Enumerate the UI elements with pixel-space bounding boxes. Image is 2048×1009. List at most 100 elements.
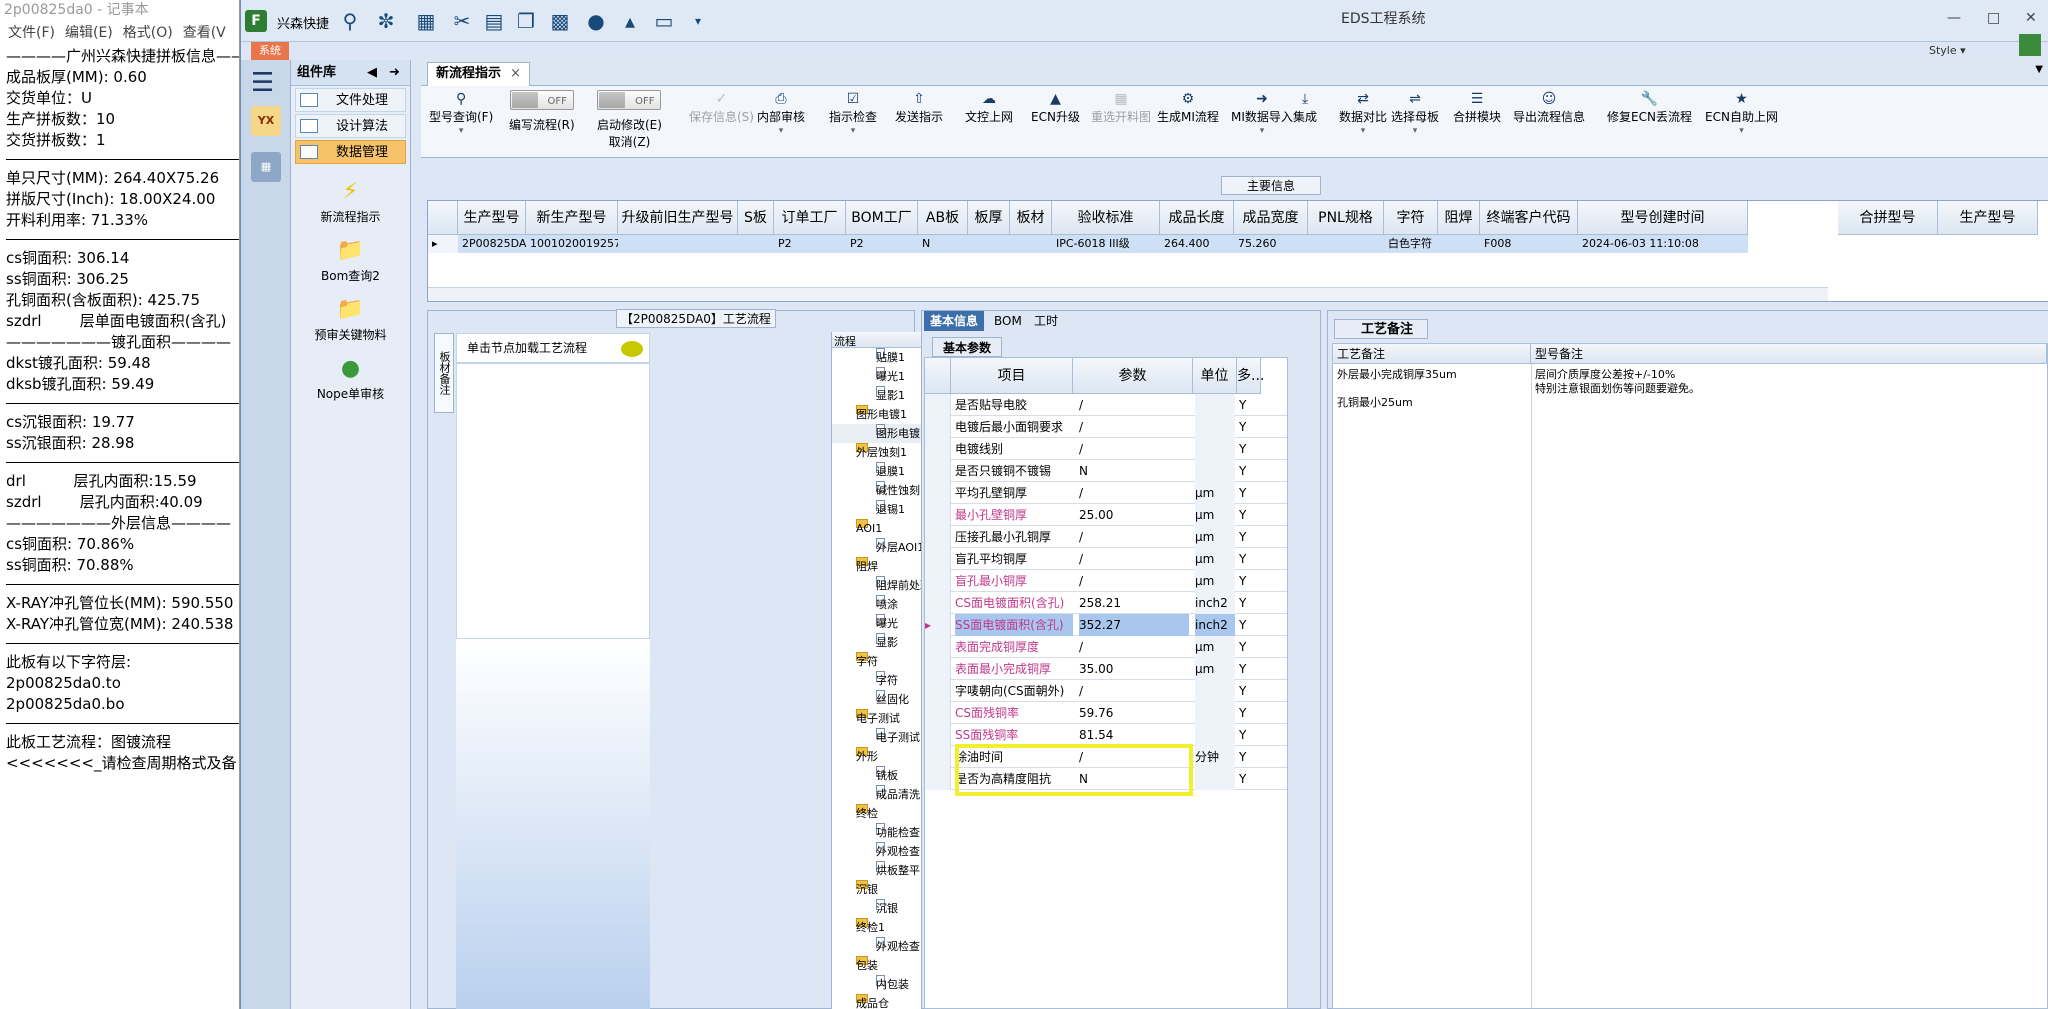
toggle-switch[interactable]: OFF	[509, 90, 574, 110]
grid-header-cell[interactable]: 阻焊	[1438, 201, 1480, 235]
param-header-cell[interactable]: 多...	[1237, 358, 1264, 394]
material-note-vtab[interactable]: 板材备注	[434, 333, 454, 413]
style-dropdown[interactable]: Style ▾	[1929, 44, 1966, 57]
param-row[interactable]: 压接孔最小孔铜厚 / μm Y	[925, 526, 1287, 548]
film-icon[interactable]: ▤	[481, 9, 507, 33]
grid-header-cell[interactable]: 型号创建时间	[1578, 201, 1748, 235]
basic-info-tab[interactable]: 工时	[1028, 311, 1064, 331]
tree-header-cell[interactable]: 流程	[834, 333, 856, 349]
grid-header-cell[interactable]: 新生产型号	[526, 201, 618, 235]
grid-cell[interactable]: 2024-06-03 11:10:08	[1578, 235, 1748, 253]
param-value[interactable]: 81.54	[1079, 724, 1189, 746]
param-value[interactable]: /	[1079, 394, 1189, 416]
system-tab[interactable]: 系统	[251, 42, 289, 60]
grid-header-cell[interactable]: 板厚	[968, 201, 1010, 235]
param-row[interactable]: 盲孔平均铜厚 / μm Y	[925, 548, 1287, 570]
param-value[interactable]: /	[1079, 548, 1189, 570]
grid-cell[interactable]: N	[918, 235, 968, 253]
toolbar-button[interactable]: ⚲ 型号查询(F) ▾	[429, 90, 493, 137]
grid-cell[interactable]	[618, 235, 738, 253]
row-selector[interactable]	[925, 702, 951, 724]
basic-info-tab[interactable]: 基本信息	[924, 311, 985, 331]
row-selector[interactable]	[925, 438, 951, 460]
dropdown-arrow-icon[interactable]: ▾	[1339, 125, 1387, 137]
toolbar-button[interactable]: ⇌ 选择母板 ▾	[1391, 90, 1439, 137]
toolbar-button[interactable]: ★ ECN自助上网 ▾	[1705, 90, 1778, 137]
param-value[interactable]: /	[1079, 438, 1189, 460]
tab-list-icon[interactable]: ▼	[2035, 64, 2043, 75]
grid-cell[interactable]: 75.260	[1234, 235, 1308, 253]
grid-header-cell[interactable]: 字符	[1384, 201, 1438, 235]
param-row[interactable]: 盲孔最小铜厚 / μm Y	[925, 570, 1287, 592]
toolbar-button[interactable]: 🔧 修复ECN丢流程	[1607, 90, 1692, 125]
yx-tool-icon[interactable]: YX	[251, 106, 281, 136]
tab-close-icon[interactable]: ×	[510, 63, 521, 85]
toolbar-button[interactable]: OFF 编写流程(R)	[509, 90, 575, 133]
dropdown-arrow-icon[interactable]: ▾	[429, 125, 493, 137]
grid-header-cell[interactable]: 终端客户代码	[1480, 201, 1578, 235]
toolbar-button[interactable]: ➜ MI数据导入 ▾	[1231, 90, 1293, 137]
grid-cell[interactable]: IPC-6018 III级	[1052, 235, 1160, 253]
grid-header-cell[interactable]: 生产型号	[1938, 201, 2038, 235]
process-note-text[interactable]: 外层最小完成铜厚35um 孔铜最小25um	[1337, 368, 1457, 410]
param-row[interactable]: ▸ SS面电镀面积(含孔) 352.27 inch2 Y	[925, 614, 1287, 636]
row-selector[interactable]	[925, 504, 951, 526]
monitor-icon[interactable]: ▭	[651, 9, 677, 33]
grid-cell[interactable]	[1308, 235, 1384, 253]
row-selector[interactable]	[925, 570, 951, 592]
row-selector[interactable]	[925, 548, 951, 570]
param-value[interactable]: /	[1079, 526, 1189, 548]
param-header-cell[interactable]: 参数	[1073, 358, 1193, 394]
param-row[interactable]: 是否贴导电胶 / Y	[925, 394, 1287, 416]
param-value[interactable]: 25.00	[1079, 504, 1189, 526]
grid-header-cell[interactable]: AB板	[918, 201, 968, 235]
toolbar-button[interactable]: ☰ 合拼模块	[1453, 90, 1501, 125]
param-value[interactable]: 352.27	[1079, 614, 1189, 636]
grid-cell[interactable]	[1438, 235, 1480, 253]
grid-header-cell[interactable]: 板材	[1010, 201, 1052, 235]
param-row[interactable]: 是否只镀铜不镀锡 N Y	[925, 460, 1287, 482]
grid-header-cell[interactable]: BOM工厂	[846, 201, 918, 235]
grid-cell[interactable]: 白色字符	[1384, 235, 1438, 253]
grid-cell[interactable]: P2	[774, 235, 846, 253]
row-selector[interactable]	[925, 768, 951, 790]
dropdown-arrow-icon[interactable]: ▾	[1231, 125, 1293, 137]
basic-params-tab[interactable]: 基本参数	[932, 337, 1003, 357]
row-selector[interactable]	[925, 416, 951, 438]
grid-cell[interactable]	[738, 235, 774, 253]
toolbar-button[interactable]: ☁ 文控上网	[965, 90, 1013, 125]
grid-cell[interactable]: P2	[846, 235, 918, 253]
row-selector[interactable]	[925, 592, 951, 614]
param-header-cell[interactable]: 单位	[1193, 358, 1237, 394]
library-big-item[interactable]: ● Nope单审核	[291, 355, 410, 402]
library-big-item[interactable]: 📁 预审关键物料	[291, 296, 410, 343]
param-row[interactable]: 电镀后最小面铜要求 / Y	[925, 416, 1287, 438]
param-row[interactable]: CS面电镀面积(含孔) 258.21 inch2 Y	[925, 592, 1287, 614]
param-value[interactable]: /	[1079, 636, 1189, 658]
param-value[interactable]: N	[1079, 460, 1189, 482]
grid-cell[interactable]: 264.400	[1160, 235, 1234, 253]
grid-cell[interactable]	[968, 235, 1010, 253]
param-value[interactable]: /	[1079, 482, 1189, 504]
grid-header-cell[interactable]: S板	[738, 201, 774, 235]
grid-header-cell[interactable]: 升级前旧生产型号	[618, 201, 738, 235]
grid-header-cell[interactable]: 订单工厂	[774, 201, 846, 235]
row-selector[interactable]	[925, 746, 951, 768]
param-row[interactable]: 表面完成铜厚度 / μm Y	[925, 636, 1287, 658]
notepad-menu-item[interactable]: 格式(O)	[123, 25, 173, 41]
library-item[interactable]: 设计算法	[295, 114, 406, 138]
chart-icon[interactable]: ▴	[617, 9, 643, 33]
row-selector[interactable]	[925, 394, 951, 416]
grid-header-cell[interactable]: 生产型号	[458, 201, 526, 235]
notepad-text-area[interactable]: ————广州兴森快捷拼板信息—— 成品板厚(MM): 0.60 交货单位：U 生产拼板…	[0, 46, 239, 774]
pin-icon[interactable]: ➜	[389, 60, 400, 86]
library-item[interactable]: 文件处理	[295, 88, 406, 112]
row-selector[interactable]	[925, 658, 951, 680]
param-value[interactable]: /	[1079, 416, 1189, 438]
row-selector[interactable]	[925, 724, 951, 746]
param-value[interactable]: /	[1079, 680, 1189, 702]
collapse-left-icon[interactable]: ◀	[367, 60, 377, 86]
toolbar-button[interactable]: ⤓ 集成	[1293, 90, 1317, 125]
toolbar-button[interactable]: ⎙ 内部审核 ▾	[757, 90, 805, 137]
notepad-menu-item[interactable]: 文件(F)	[8, 25, 55, 41]
